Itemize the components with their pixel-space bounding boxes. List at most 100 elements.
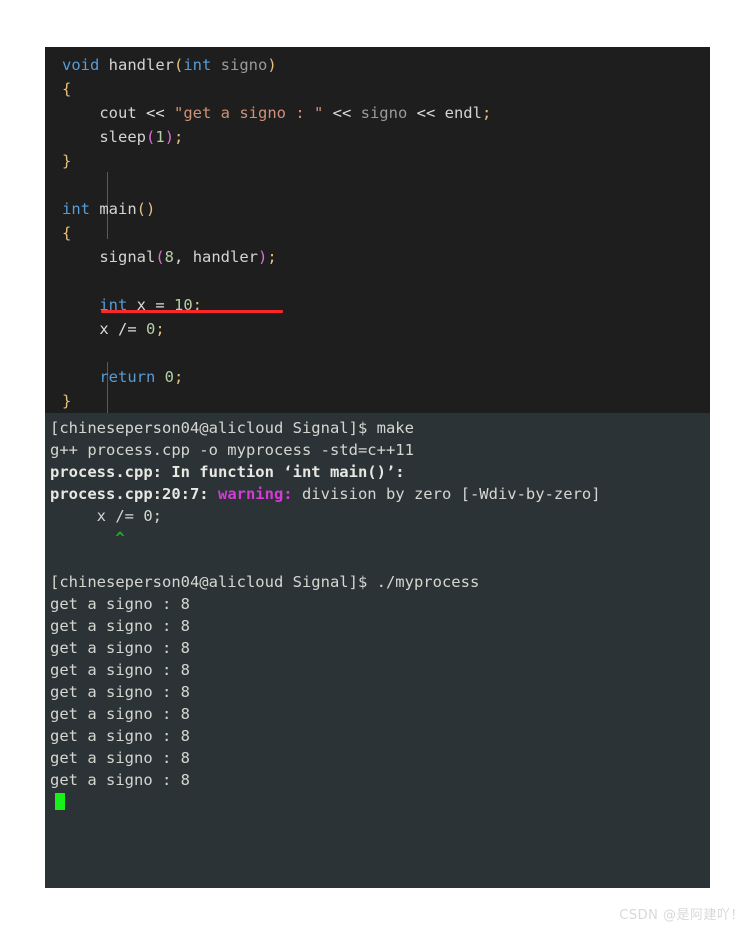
token-brace-close: } bbox=[62, 392, 72, 410]
token-signal: signal bbox=[62, 248, 156, 266]
token-paren-open: ( bbox=[146, 128, 156, 146]
token-function-main: main bbox=[90, 200, 137, 218]
terminal-line: get a signo : 8 bbox=[45, 637, 710, 659]
token-semicolon: ; bbox=[267, 248, 277, 266]
terminal-text: get a signo : 8 bbox=[50, 771, 190, 789]
token-shift-2: << bbox=[323, 104, 361, 122]
code-editor-panel[interactable]: void handler(int signo) { cout << "get a… bbox=[45, 47, 710, 413]
terminal-panel[interactable]: [chineseperson04@alicloud Signal]$ make g… bbox=[45, 413, 710, 888]
warning-label: warning: bbox=[217, 485, 293, 503]
token-number-1: 1 bbox=[155, 128, 165, 146]
warning-message: division by zero [-Wdiv-by-zero] bbox=[292, 485, 601, 503]
token-paren-open: ( bbox=[155, 248, 165, 266]
terminal-line bbox=[45, 549, 710, 571]
terminal-line: x /= 0; bbox=[45, 505, 710, 527]
code-line-7: int main() bbox=[45, 197, 710, 221]
token-keyword-int: int bbox=[183, 56, 212, 74]
terminal-line: g++ process.cpp -o myprocess -std=c++11 bbox=[45, 439, 710, 461]
token-function-handler: handler bbox=[99, 56, 174, 74]
csdn-watermark: CSDN @是阿建吖！ bbox=[619, 908, 744, 923]
token-semicolon: ; bbox=[481, 104, 492, 122]
terminal-line: get a signo : 8 bbox=[45, 703, 710, 725]
token-number-0: 0 bbox=[146, 320, 156, 338]
terminal-line: process.cpp:20:7: warning: division by z… bbox=[45, 483, 710, 505]
token-shift-1: << bbox=[146, 104, 174, 122]
token-semicolon: ; bbox=[174, 368, 184, 386]
terminal-text: get a signo : 8 bbox=[50, 749, 190, 767]
token-number-8: 8 bbox=[164, 248, 175, 266]
token-paren-close: ) bbox=[258, 248, 268, 266]
token-keyword-void: void bbox=[62, 56, 100, 74]
token-param-signo: signo bbox=[211, 56, 268, 74]
terminal-text: get a signo : 8 bbox=[50, 617, 190, 635]
terminal-text: get a signo : 8 bbox=[50, 683, 190, 701]
terminal-line: get a signo : 8 bbox=[45, 747, 710, 769]
code-line-12: x /= 0; bbox=[45, 317, 710, 341]
code-line-14: return 0; bbox=[45, 365, 710, 389]
token-semicolon: ; bbox=[174, 128, 184, 146]
terminal-line bbox=[45, 791, 710, 813]
terminal-command: ./myprocess bbox=[376, 573, 480, 591]
terminal-line: [chineseperson04@alicloud Signal]$ ./myp… bbox=[45, 571, 710, 593]
token-paren-close: ) bbox=[267, 56, 277, 74]
token-comma: , bbox=[174, 248, 193, 266]
terminal-prompt: [chineseperson04@alicloud Signal]$ bbox=[50, 573, 377, 591]
code-area[interactable]: void handler(int signo) { cout << "get a… bbox=[45, 47, 710, 413]
code-line-3: cout << "get a signo : " << signo << end… bbox=[45, 101, 710, 125]
code-line-2: { bbox=[45, 77, 710, 101]
token-shift-3: << bbox=[407, 104, 445, 122]
code-line-15: } bbox=[45, 389, 710, 413]
token-semicolon: ; bbox=[155, 320, 165, 338]
terminal-line: get a signo : 8 bbox=[45, 769, 710, 791]
terminal-text: x /= 0; bbox=[50, 507, 162, 525]
terminal-line: get a signo : 8 bbox=[45, 615, 710, 637]
terminal-line: process.cpp: In function ‘int main()’: bbox=[45, 461, 710, 483]
code-line-9: signal(8, handler); bbox=[45, 245, 710, 269]
token-var-x: x bbox=[62, 320, 118, 338]
terminal-output[interactable]: [chineseperson04@alicloud Signal]$ make g… bbox=[45, 417, 710, 813]
token-operator-divassign: /= bbox=[118, 320, 146, 338]
terminal-text: get a signo : 8 bbox=[50, 661, 190, 679]
code-line-5: } bbox=[45, 149, 710, 173]
token-keyword-int: int bbox=[62, 200, 90, 218]
token-var-signo: signo bbox=[360, 104, 408, 122]
token-endl: endl bbox=[444, 104, 482, 122]
token-brace-close: } bbox=[62, 152, 72, 170]
terminal-text: get a signo : 8 bbox=[50, 705, 190, 723]
terminal-line: get a signo : 8 bbox=[45, 725, 710, 747]
code-line-4: sleep(1); bbox=[45, 125, 710, 149]
token-parens: () bbox=[136, 200, 156, 218]
token-paren-close: ) bbox=[164, 128, 175, 146]
token-paren-open: ( bbox=[173, 56, 184, 74]
warning-location: process.cpp:20:7: bbox=[50, 485, 218, 503]
token-string-literal: "get a signo : " bbox=[174, 104, 324, 122]
code-line-11: int x = 10; bbox=[45, 293, 710, 317]
token-sleep: sleep bbox=[62, 128, 146, 146]
terminal-line: get a signo : 8 bbox=[45, 593, 710, 615]
terminal-line: get a signo : 8 bbox=[45, 659, 710, 681]
terminal-cursor bbox=[55, 793, 65, 810]
signal-call-red-underline-annotation bbox=[101, 310, 283, 313]
terminal-line: ^ bbox=[45, 527, 710, 549]
code-line-1: void handler(int signo) bbox=[45, 53, 710, 77]
compiler-context-message: process.cpp: In function ‘int main()’: bbox=[50, 463, 405, 481]
terminal-command: make bbox=[376, 419, 414, 437]
terminal-prompt: [chineseperson04@alicloud Signal]$ bbox=[50, 419, 377, 437]
terminal-line: get a signo : 8 bbox=[45, 681, 710, 703]
token-keyword-return: return bbox=[62, 368, 156, 386]
token-brace-open: { bbox=[62, 80, 72, 98]
terminal-text: get a signo : 8 bbox=[50, 595, 190, 613]
terminal-text: g++ process.cpp -o myprocess -std=c++11 bbox=[50, 441, 414, 459]
token-number-0: 0 bbox=[155, 368, 174, 386]
token-handler-arg: handler bbox=[192, 248, 259, 266]
warning-caret-marker: ^ bbox=[50, 529, 125, 547]
token-cout: cout bbox=[62, 104, 146, 122]
terminal-text: get a signo : 8 bbox=[50, 639, 190, 657]
token-brace-open: { bbox=[62, 224, 72, 242]
code-line-8: { bbox=[45, 221, 710, 245]
terminal-text: get a signo : 8 bbox=[50, 727, 190, 745]
terminal-line: [chineseperson04@alicloud Signal]$ make bbox=[45, 417, 710, 439]
